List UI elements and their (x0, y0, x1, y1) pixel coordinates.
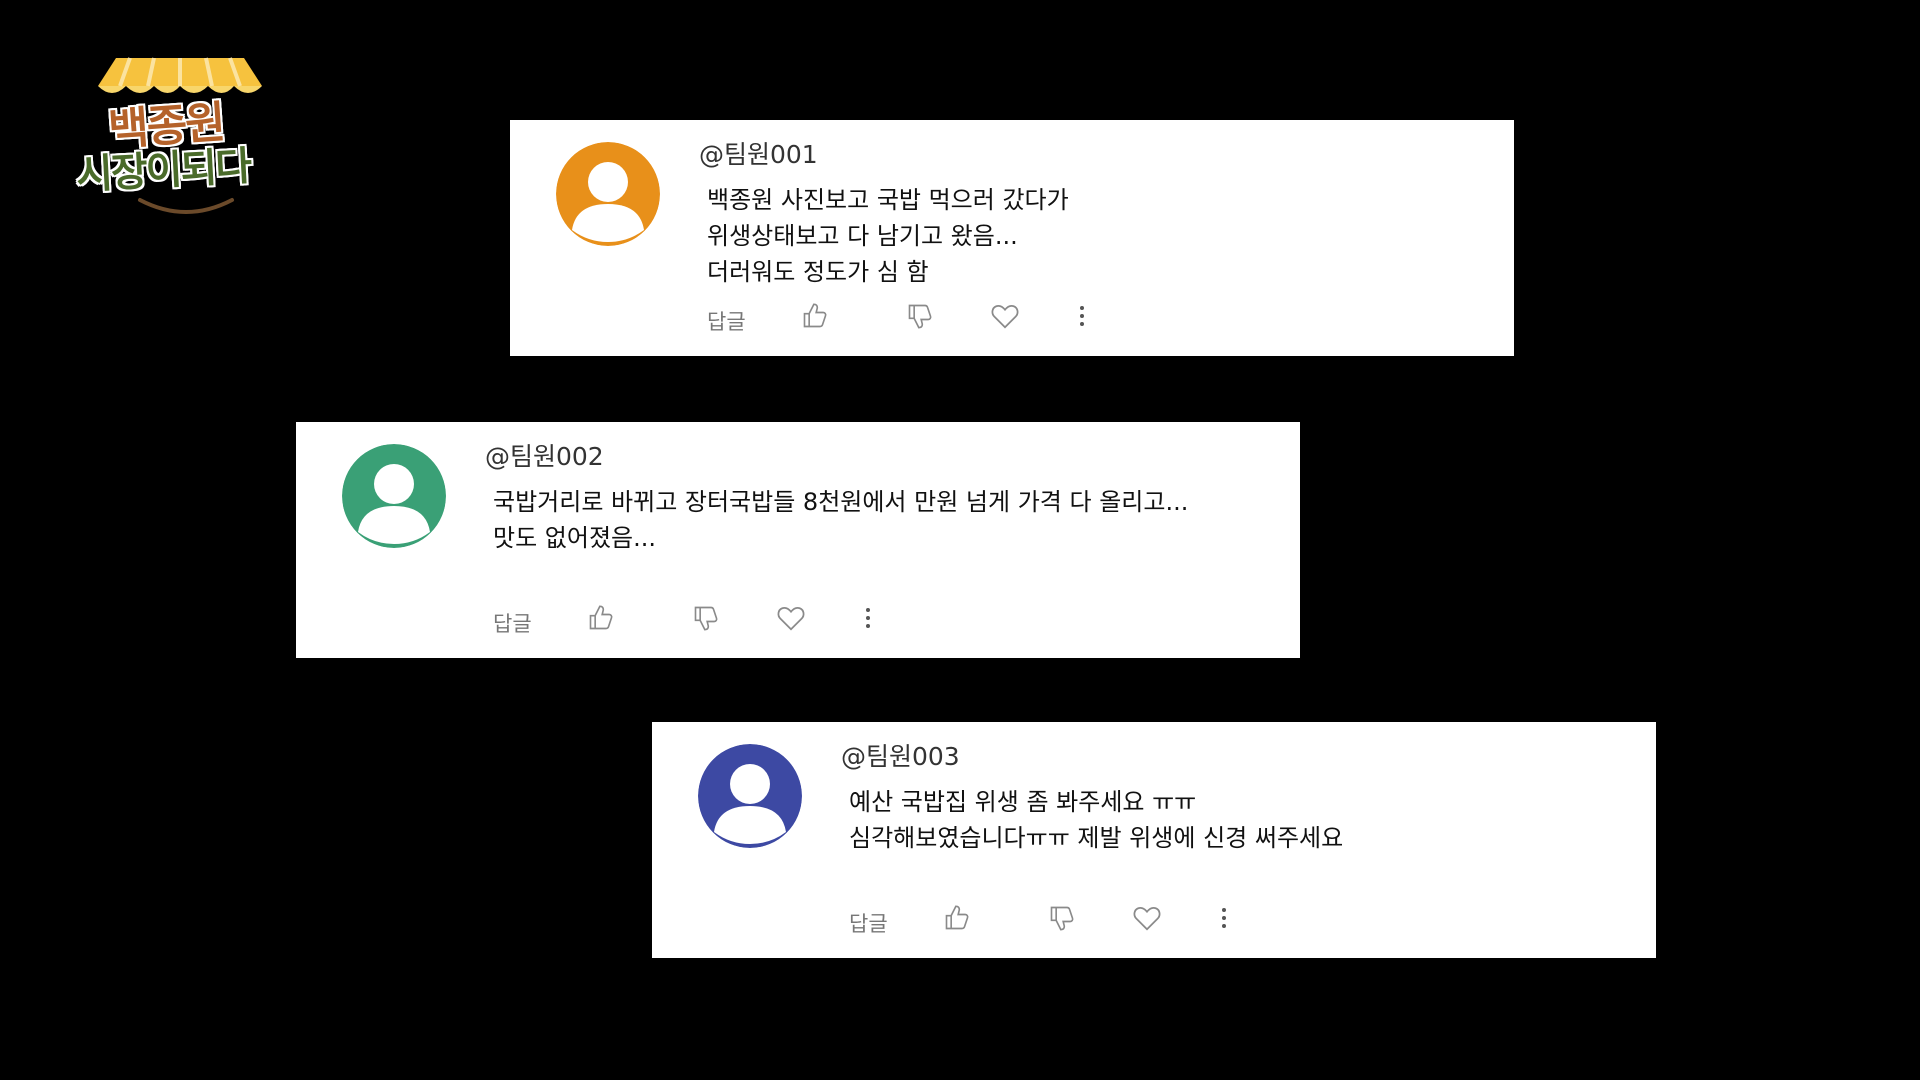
avatar[interactable] (342, 444, 446, 548)
comment-actions: 답글 (707, 302, 1127, 336)
thumbs-up-icon[interactable] (801, 302, 829, 330)
comment-line: 국밥거리로 바뀌고 장터국밥들 8천원에서 만원 넘게 가격 다 올리고... (493, 488, 1189, 516)
heart-icon[interactable] (1132, 904, 1162, 932)
avatar[interactable] (556, 142, 660, 246)
user-avatar-icon (342, 444, 446, 548)
thumbs-down-icon[interactable] (1048, 904, 1076, 932)
comment-author[interactable]: @팀원002 (485, 437, 604, 473)
comment-line: 더러워도 정도가 심 함 (707, 258, 929, 286)
comment-author[interactable]: @팀원003 (841, 737, 960, 773)
logo-line-2: 시장이되다 (75, 143, 252, 199)
user-avatar-icon (698, 744, 802, 848)
thumbs-up-icon[interactable] (587, 604, 615, 632)
comment-card: @팀원001 백종원 사진보고 국밥 먹으러 갔다가 위생상태보고 다 남기고 … (510, 120, 1514, 356)
more-vertical-icon[interactable] (863, 604, 873, 632)
thumbs-down-icon[interactable] (906, 302, 934, 330)
heart-icon[interactable] (990, 302, 1020, 330)
more-vertical-icon[interactable] (1077, 302, 1087, 330)
heart-icon[interactable] (776, 604, 806, 632)
comment-line: 백종원 사진보고 국밥 먹으러 갔다가 (707, 186, 1069, 214)
comment-text: 국밥거리로 바뀌고 장터국밥들 8천원에서 만원 넘게 가격 다 올리고... … (493, 484, 1188, 556)
comment-line: 위생상태보고 다 남기고 왔음... (707, 222, 1018, 250)
comment-text: 백종원 사진보고 국밥 먹으러 갔다가 위생상태보고 다 남기고 왔음... 더… (707, 182, 1069, 290)
show-logo: 백종원 시장이되다 (75, 56, 296, 226)
comment-actions: 답글 (849, 904, 1269, 938)
comment-line: 심각해보였습니다ㅠㅠ 제발 위생에 신경 써주세요 (849, 824, 1344, 852)
avatar[interactable] (698, 744, 802, 848)
comment-author[interactable]: @팀원001 (699, 135, 818, 171)
reply-button[interactable]: 답글 (849, 908, 888, 938)
comment-text: 예산 국밥집 위생 좀 봐주세요 ㅠㅠ 심각해보였습니다ㅠㅠ 제발 위생에 신경… (849, 784, 1343, 856)
comment-line: 맛도 없어졌음... (493, 524, 656, 552)
comment-card: @팀원003 예산 국밥집 위생 좀 봐주세요 ㅠㅠ 심각해보였습니다ㅠㅠ 제발… (652, 722, 1656, 958)
reply-button[interactable]: 답글 (493, 608, 532, 638)
thumbs-down-icon[interactable] (692, 604, 720, 632)
comment-line: 예산 국밥집 위생 좀 봐주세요 ㅠㅠ (849, 788, 1197, 816)
reply-button[interactable]: 답글 (707, 306, 746, 336)
smile-swoosh-icon (138, 198, 234, 214)
user-avatar-icon (556, 142, 660, 246)
more-vertical-icon[interactable] (1219, 904, 1229, 932)
thumbs-up-icon[interactable] (943, 904, 971, 932)
comment-card: @팀원002 국밥거리로 바뀌고 장터국밥들 8천원에서 만원 넘게 가격 다 … (296, 422, 1300, 658)
comment-actions: 답글 (493, 604, 913, 638)
